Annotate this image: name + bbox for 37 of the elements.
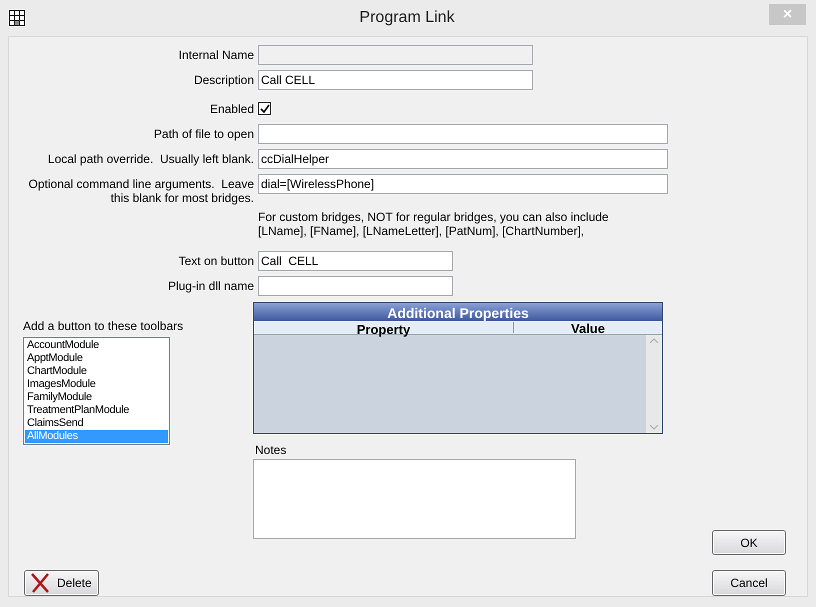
field-label: Optional command line arguments. Leave this blank for most bridges.: [28, 176, 254, 205]
field-label: Description: [192, 72, 254, 87]
delete-x-icon: [31, 573, 49, 593]
notes-label: Notes: [255, 443, 288, 457]
grid-icon: [9, 10, 25, 26]
input-field[interactable]: [258, 124, 668, 144]
input-field[interactable]: ccDialHelper: [258, 149, 668, 169]
list-item[interactable]: ClaimsSend: [25, 417, 168, 430]
notes-field[interactable]: [253, 459, 576, 539]
grid-title: Additional Properties: [254, 303, 662, 321]
enabled-checkbox[interactable]: [258, 102, 271, 115]
list-item[interactable]: ApptModule: [25, 352, 168, 365]
scrollbar[interactable]: [646, 335, 662, 433]
list-item[interactable]: TreatmentPlanModule: [25, 404, 168, 417]
toolbars-label: Add a button to these toolbars: [23, 319, 184, 333]
cancel-button[interactable]: Cancel: [712, 570, 786, 596]
list-item[interactable]: AccountModule: [25, 339, 168, 352]
help-text: For custom bridges, NOT for regular bridges, you can also include [LName], [FName], [LNameLetter], [PatNum], [ChartNumber],: [258, 210, 610, 238]
field-label: Plug-in dll name: [166, 278, 254, 293]
delete-button[interactable]: Delete: [24, 570, 99, 596]
input-field[interactable]: dial=[WirelessPhone]: [258, 174, 668, 194]
field-label: Text on button: [178, 253, 254, 268]
properties-grid[interactable]: Additional Properties Property Value: [253, 302, 663, 434]
field-label: Local path override. Usually left blank.: [46, 151, 254, 166]
window-title: Program Link: [358, 8, 456, 28]
field-label: Path of file to open: [152, 126, 254, 141]
field-label: Internal Name: [178, 47, 254, 62]
list-item[interactable]: ImagesModule: [25, 378, 168, 391]
check-icon: [260, 104, 270, 114]
input-field[interactable]: Call CELL: [258, 70, 533, 90]
list-item[interactable]: ChartModule: [25, 365, 168, 378]
input-field[interactable]: [258, 276, 453, 296]
list-item[interactable]: FamilyModule: [25, 391, 168, 404]
field-label: Enabled: [208, 101, 254, 116]
toolbar-listbox[interactable]: AccountModule ApptModule ChartModule ImagesModule FamilyModule TreatmentPlanModule ClaimsSend AllModules: [23, 337, 170, 445]
input-field[interactable]: Call CELL: [258, 251, 453, 271]
ok-button[interactable]: OK: [712, 530, 786, 555]
